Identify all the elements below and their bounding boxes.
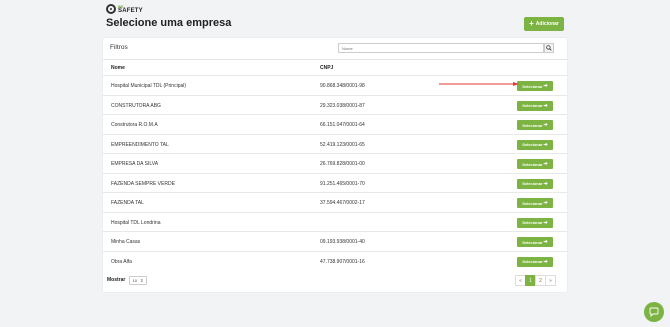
logo-mark bbox=[106, 4, 116, 14]
select-button-label: Selecionar bbox=[522, 200, 543, 206]
arrow-right-icon: ➔ bbox=[543, 83, 548, 89]
add-button-label: Adicionar bbox=[535, 21, 559, 27]
select-button-label: Selecionar bbox=[522, 181, 543, 186]
table-row: CONSTRUTORA ABG 29.323.038/0001-87 Selecio… bbox=[103, 94, 567, 115]
company-cnpj: 66.151.047/0001-64 bbox=[320, 122, 365, 128]
company-name: Obra Alfa bbox=[111, 258, 132, 265]
table-row: Construtora R.O.M.A 66.151.047/0001-64 Sel… bbox=[103, 114, 567, 134]
company-name: EMPRESA DA SILVA bbox=[111, 161, 159, 167]
company-name: Hospital TDL Londrina bbox=[111, 219, 161, 226]
table-row: Minha Casas 09.193.938/0001-40 Selecionar ➔ bbox=[103, 231, 567, 251]
company-cnpj: 52.419.123/0001-65 bbox=[320, 141, 365, 148]
arrow-right-icon: ➔ bbox=[543, 161, 548, 167]
per-page-value: 10 bbox=[132, 278, 137, 283]
filters-title: Filtros bbox=[110, 44, 128, 51]
select-button[interactable]: Selecionar ➔ bbox=[517, 100, 553, 111]
company-cnpj: 91.251.465/0001-70 bbox=[320, 180, 365, 187]
select-button[interactable]: Selecionar ➔ bbox=[517, 256, 553, 267]
select-button-label: Selecionar bbox=[522, 161, 543, 167]
plus-icon: + bbox=[529, 19, 534, 28]
select-button[interactable]: Selecionar ➔ bbox=[517, 81, 553, 91]
updown-icon: ⇕ bbox=[140, 278, 144, 283]
arrow-right-icon: ➔ bbox=[543, 102, 548, 109]
company-name: FAZENDA SEMPRE VERDE bbox=[111, 180, 175, 187]
companies-card: Filtros Nome CNPJ Hospital Municipal TDL… bbox=[103, 38, 567, 292]
table-row: Hospital TDL Londrina Selecionar ➔ bbox=[103, 211, 567, 232]
logo-text: BE SAFETY bbox=[118, 4, 143, 14]
select-button[interactable]: Selecionar ➔ bbox=[517, 237, 553, 247]
column-header-name: Nome bbox=[111, 65, 125, 71]
select-button[interactable]: Selecionar ➔ bbox=[517, 178, 553, 189]
company-name: Construtora R.O.M.A bbox=[111, 122, 158, 128]
annotation-arrow bbox=[439, 82, 519, 86]
select-button[interactable]: Selecionar ➔ bbox=[517, 139, 553, 150]
show-label: Mostrar bbox=[107, 277, 126, 283]
company-cnpj: 47.738.907/0001-16 bbox=[320, 258, 365, 265]
company-name: CONSTRUTORA ABG bbox=[111, 102, 161, 109]
table-row: EMPREENDIMENTO TAL 52.419.123/0001-65 Sele… bbox=[103, 133, 567, 154]
company-cnpj: 09.193.938/0001-40 bbox=[320, 239, 365, 245]
select-button-label: Selecionar bbox=[522, 239, 543, 245]
company-name: FAZENDA TAL bbox=[111, 200, 144, 206]
select-button[interactable]: Selecionar ➔ bbox=[517, 217, 553, 228]
column-header-cnpj: CNPJ bbox=[320, 65, 334, 71]
filters-separator bbox=[103, 59, 567, 60]
page-title: Selecione uma empresa bbox=[106, 17, 232, 29]
arrow-right-icon: ➔ bbox=[543, 258, 548, 265]
add-button[interactable]: + Adicionar bbox=[524, 17, 564, 31]
chat-button[interactable] bbox=[644, 302, 664, 322]
logo-line2: SAFETY bbox=[118, 8, 143, 14]
select-button[interactable]: Selecionar ➔ bbox=[517, 120, 553, 130]
page-link[interactable]: » bbox=[545, 275, 556, 286]
table-row: EMPRESA DA SILVA 26.769.828/0001-00 Seleci… bbox=[103, 153, 567, 173]
arrow-right-icon: ➔ bbox=[543, 219, 548, 226]
arrow-right-icon: ➔ bbox=[543, 122, 548, 128]
arrow-right-icon: ➔ bbox=[543, 200, 548, 206]
pagination: «1 2» bbox=[515, 275, 556, 286]
select-button-label: Selecionar bbox=[522, 122, 543, 128]
select-button-label: Selecionar bbox=[522, 83, 543, 89]
search-button[interactable] bbox=[544, 43, 554, 53]
select-button-label: Selecionar bbox=[522, 142, 543, 147]
per-page-select[interactable]: 10 ⇕ bbox=[129, 276, 147, 285]
company-cnpj: 37.594.467/0002-17 bbox=[320, 200, 365, 206]
logo: BE SAFETY bbox=[106, 4, 143, 14]
select-button-label: Selecionar bbox=[522, 103, 543, 108]
search-input[interactable] bbox=[338, 43, 544, 53]
select-button[interactable]: Selecionar ➔ bbox=[517, 198, 553, 208]
table-row: Obra Alfa 47.738.907/0001-16 Selecionar ➔ bbox=[103, 250, 567, 271]
company-name: Hospital Municipal TDL (Principal) bbox=[111, 83, 187, 89]
select-button[interactable]: Selecionar ➔ bbox=[517, 159, 553, 169]
company-cnpj: 29.323.038/0001-87 bbox=[320, 102, 365, 109]
search-icon bbox=[546, 45, 552, 51]
table-row: FAZENDA SEMPRE VERDE 91.251.465/0001-70 Se… bbox=[103, 172, 567, 193]
select-button-label: Selecionar bbox=[522, 220, 543, 225]
table-row: FAZENDA TAL 37.594.467/0002-17 Selecionar ➔ bbox=[103, 192, 567, 212]
chat-icon bbox=[649, 307, 659, 317]
company-cnpj: 26.769.828/0001-00 bbox=[320, 161, 365, 167]
arrow-right-icon: ➔ bbox=[543, 180, 548, 187]
arrow-right-icon: ➔ bbox=[543, 239, 548, 245]
company-cnpj: 90.868.348/0001-98 bbox=[320, 83, 365, 89]
company-name: EMPREENDIMENTO TAL bbox=[111, 141, 169, 148]
select-button-label: Selecionar bbox=[522, 259, 543, 264]
company-name: Minha Casas bbox=[111, 239, 141, 245]
arrow-right-icon: ➔ bbox=[543, 141, 548, 148]
